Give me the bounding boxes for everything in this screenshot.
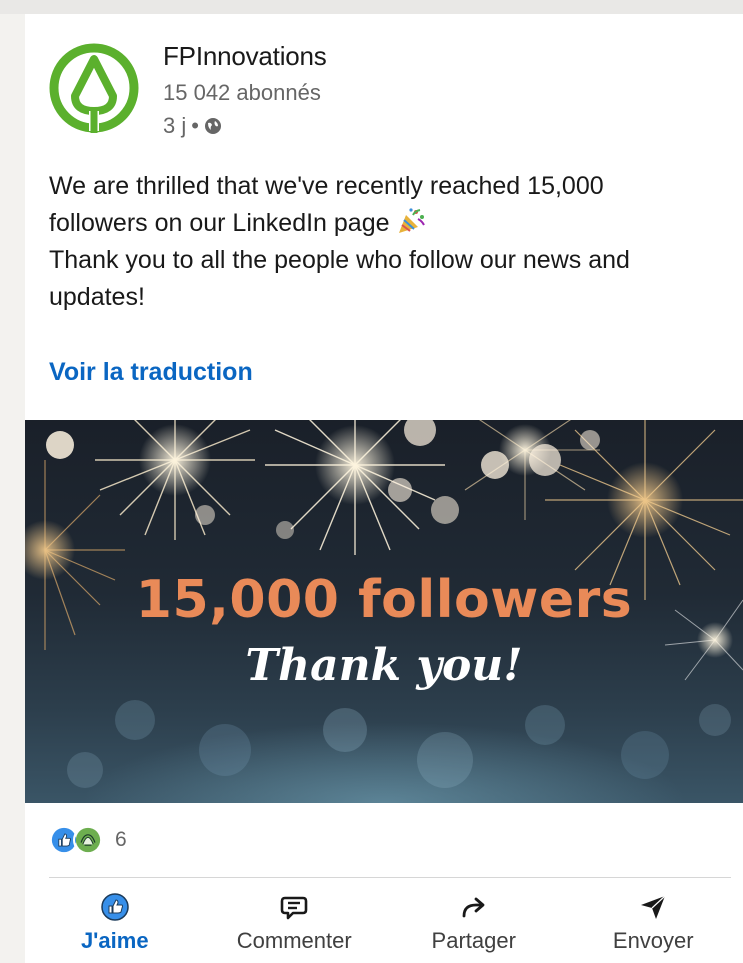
post-body-text: We are thrilled that we've recently reac… xyxy=(49,168,729,316)
post-text-line: Thank you to all the people who follow o… xyxy=(49,246,630,274)
post-text-line: followers on our LinkedIn page xyxy=(49,209,390,237)
share-icon xyxy=(462,897,485,918)
post-text-line: updates! xyxy=(49,283,145,311)
meta-separator: • xyxy=(191,113,199,138)
image-headline: 15,000 followers xyxy=(135,570,633,630)
comment-label: Commenter xyxy=(236,928,352,953)
send-label: Envoyer xyxy=(612,928,694,953)
image-subline: Thank you! xyxy=(245,640,523,691)
support-reaction-icon xyxy=(73,825,103,855)
comment-button[interactable]: Commenter xyxy=(205,880,385,963)
post-image[interactable]: 15,000 followers Thank you! xyxy=(25,420,743,803)
share-label: Partager xyxy=(431,928,516,953)
reaction-count: 6 xyxy=(115,828,127,851)
post-header: FPInnovations 15 042 abonnés 3 j • xyxy=(25,14,743,164)
globe-icon xyxy=(204,118,221,134)
post-age: 3 j xyxy=(163,113,187,138)
social-action-bar: J'aime Commenter Partager Envoyer xyxy=(25,880,743,963)
feed-post-card: FPInnovations 15 042 abonnés 3 j • We ar… xyxy=(25,14,743,963)
party-popper-icon xyxy=(399,208,426,233)
feed-top-strip xyxy=(0,0,743,14)
post-meta: 3 j • xyxy=(163,113,222,139)
see-translation-link[interactable]: Voir la traduction xyxy=(49,358,253,387)
author-name[interactable]: FPInnovations xyxy=(163,41,327,72)
post-text-line-with-emoji: followers on our LinkedIn page xyxy=(49,205,729,242)
like-button[interactable]: J'aime xyxy=(25,880,205,963)
comment-icon xyxy=(280,896,308,920)
like-icon xyxy=(101,893,129,921)
send-icon xyxy=(641,895,666,919)
action-bar-divider xyxy=(49,877,731,878)
share-button[interactable]: Partager xyxy=(384,880,564,963)
like-label: J'aime xyxy=(80,928,149,953)
send-button[interactable]: Envoyer xyxy=(564,880,743,963)
follower-count: 15 042 abonnés xyxy=(163,80,321,105)
fpinnovations-logo-icon[interactable] xyxy=(47,41,141,135)
reactions-summary[interactable]: 6 xyxy=(49,824,127,856)
post-text-line: We are thrilled that we've recently reac… xyxy=(49,172,604,200)
